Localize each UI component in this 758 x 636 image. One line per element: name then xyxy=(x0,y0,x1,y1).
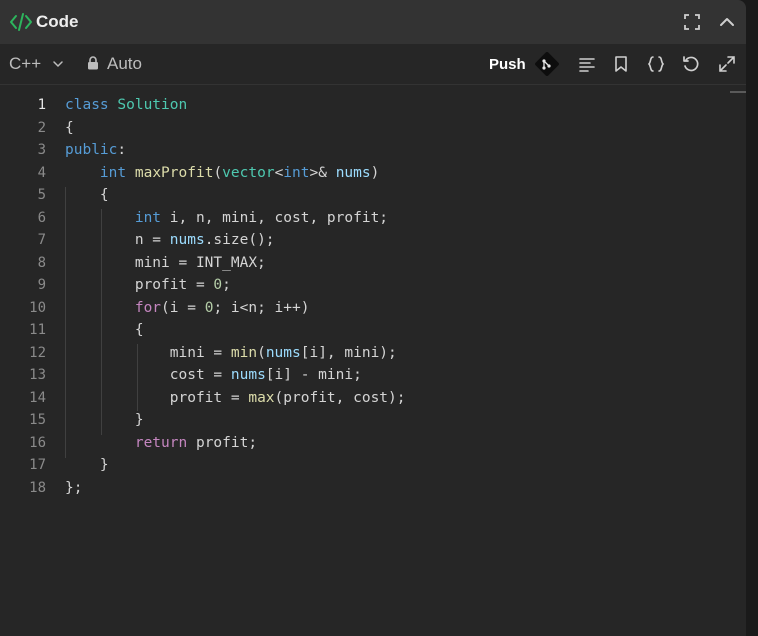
line-number: 6 xyxy=(37,209,46,226)
code-line: { xyxy=(134,322,144,338)
line-number-gutter: 1 2 3 4 5 6 7 8 9 10 11 12 13 14 15 16 17 18 xyxy=(0,94,46,499)
line-number: 3 xyxy=(37,142,46,158)
code-brackets-icon xyxy=(10,13,32,31)
code-line: } xyxy=(99,457,109,473)
git-icon[interactable] xyxy=(532,49,562,79)
line-number: 10 xyxy=(29,299,46,316)
fullscreen-icon[interactable] xyxy=(681,11,703,33)
line-number: 12 xyxy=(29,344,46,361)
bookmark-icon[interactable] xyxy=(611,54,631,74)
line-number: 4 xyxy=(37,164,46,181)
panel-title: Code xyxy=(36,12,79,31)
chevron-down-icon[interactable] xyxy=(52,58,64,70)
lock-icon xyxy=(88,56,98,70)
line-number: 7 xyxy=(37,232,46,248)
code-line: for(i = 0; i<n; i++) xyxy=(134,299,310,316)
editor-scrollbar[interactable] xyxy=(732,85,746,636)
line-number: 11 xyxy=(29,322,46,338)
mode-label: Auto xyxy=(107,54,142,73)
line-number: 16 xyxy=(29,434,46,451)
code-line: return profit; xyxy=(134,434,258,451)
push-button[interactable]: Push xyxy=(489,56,526,74)
code-line: } xyxy=(134,412,144,428)
language-select[interactable]: C++ xyxy=(9,54,41,74)
code-panel: Code C++ Auto Push 1 2 3 4 5 6 7 8 9 10 … xyxy=(0,0,746,636)
window-edge xyxy=(746,0,758,636)
line-number: 2 xyxy=(37,119,46,136)
code-line: }; xyxy=(65,479,83,496)
code-line: mini = INT_MAX; xyxy=(134,254,266,271)
line-number: 18 xyxy=(29,479,46,496)
format-lines-icon[interactable] xyxy=(577,54,597,74)
code-line: int maxProfit(vector<int>& nums) xyxy=(99,164,380,181)
line-number: 9 xyxy=(37,277,46,293)
code-panel-header: Code xyxy=(0,0,746,44)
line-number: 8 xyxy=(37,254,46,271)
line-number: 13 xyxy=(29,367,46,383)
code-line: mini = min(nums[i], mini); xyxy=(169,344,397,361)
line-number: 17 xyxy=(29,457,46,473)
code-line: public: xyxy=(65,142,127,158)
code-line: n = nums.size(); xyxy=(134,232,275,248)
braces-icon[interactable] xyxy=(646,54,666,74)
reset-icon[interactable] xyxy=(681,54,701,74)
code-line: profit = max(profit, cost); xyxy=(169,389,406,406)
code-line: int i, n, mini, cost, profit; xyxy=(134,209,389,226)
line-number: 5 xyxy=(37,187,46,203)
scrollbar-thumb[interactable] xyxy=(730,91,746,93)
code-line: { xyxy=(99,187,109,203)
code-line: { xyxy=(65,119,74,136)
code-line: class Solution xyxy=(65,97,188,113)
line-number: 15 xyxy=(29,412,46,428)
editor-toolbar: C++ Auto Push xyxy=(0,44,746,85)
code-editor[interactable]: 1 2 3 4 5 6 7 8 9 10 11 12 13 14 15 16 17 18 class Soluti… xyxy=(0,85,746,636)
line-number: 14 xyxy=(29,389,46,406)
expand-icon[interactable] xyxy=(717,54,737,74)
code-line: profit = 0; xyxy=(134,277,231,293)
code-content[interactable]: class Solution { public: int maxProfit(v… xyxy=(65,94,406,499)
code-line: cost = nums[i] - mini; xyxy=(169,367,362,383)
line-number: 1 xyxy=(37,97,46,113)
collapse-chevron-up-icon[interactable] xyxy=(716,11,738,33)
